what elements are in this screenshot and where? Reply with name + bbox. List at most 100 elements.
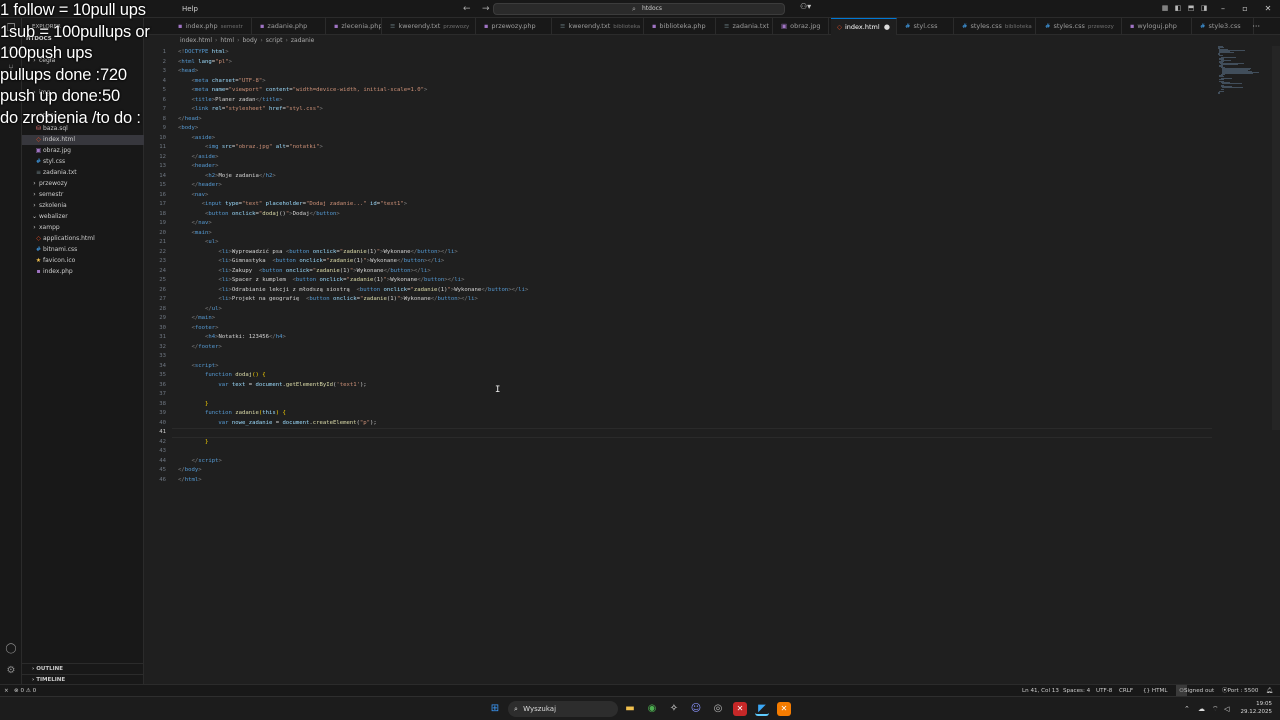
tab-obraz-jpg[interactable]: ▣ obraz.jpg bbox=[775, 18, 829, 35]
image-file-icon: ▣ bbox=[35, 147, 42, 154]
tray-chevron-icon[interactable]: ⌃ bbox=[1184, 703, 1190, 715]
layout-icon[interactable]: ▦ bbox=[1160, 3, 1170, 13]
taskbar-search[interactable]: ⌕ Wyszukaj bbox=[508, 701, 618, 717]
tab-wyloguj-php[interactable]: ▪ wyloguj.php bbox=[1124, 18, 1192, 35]
chrome-icon[interactable]: ◉ bbox=[645, 702, 659, 716]
code-token: DOCTYPE bbox=[184, 49, 209, 55]
file-tree-item[interactable]: › xampp bbox=[22, 223, 144, 233]
code-line: <head> bbox=[178, 67, 198, 77]
vscode-icon[interactable]: ◤ bbox=[755, 702, 769, 716]
code-line: <title>Planer zadan</title> bbox=[178, 96, 282, 106]
tab-kwerendy-txt[interactable]: ≡ kwerendy.txt przewozy bbox=[384, 18, 476, 35]
toggle-panel-icon[interactable]: ⬒ bbox=[1186, 3, 1196, 13]
file-tree-item[interactable]: # bitnami.css bbox=[22, 245, 144, 255]
onedrive-icon[interactable]: ☁ bbox=[1198, 703, 1205, 715]
vertical-scrollbar[interactable] bbox=[1272, 46, 1280, 430]
file-tree-item[interactable]: › przewozy bbox=[22, 179, 144, 189]
code-token: li bbox=[467, 296, 475, 302]
app-icon[interactable]: ✧ bbox=[667, 702, 681, 716]
code-line: function zadanie(this) { bbox=[178, 409, 286, 419]
code-token: "Dodaj zadanie..." bbox=[306, 201, 367, 207]
volume-icon[interactable]: ◁ bbox=[1224, 703, 1229, 715]
tab-zadanie-php[interactable]: ▪ zadanie.php bbox=[254, 18, 326, 35]
breadcrumb-item[interactable]: html bbox=[220, 37, 234, 44]
code-token: > bbox=[218, 182, 222, 188]
code-line: </aside> bbox=[178, 153, 218, 163]
code-line: <header> bbox=[178, 162, 218, 172]
file-tree-item[interactable]: ▪ index.php bbox=[22, 267, 144, 277]
code-token: body bbox=[184, 467, 199, 473]
tab-zlecenia-php[interactable]: ▪ zlecenia.php bbox=[328, 18, 382, 35]
minimap[interactable] bbox=[1218, 46, 1270, 96]
code-token: </ bbox=[178, 476, 185, 483]
css-file-icon: # bbox=[35, 246, 42, 253]
system-clock[interactable]: 19:05 29.12.2025 bbox=[1236, 700, 1273, 716]
timeline-section[interactable]: › TIMELINE bbox=[22, 674, 144, 684]
code-token: > bbox=[204, 191, 209, 198]
restore-icon[interactable]: ▫ bbox=[1235, 0, 1255, 18]
tab-style3-css[interactable]: # style3.css bbox=[1194, 18, 1254, 35]
breadcrumb-item[interactable]: script bbox=[266, 37, 283, 44]
copilot-icon[interactable]: ⚇▾ bbox=[800, 2, 811, 11]
code-token: > bbox=[215, 163, 219, 169]
file-tree-item[interactable]: ★ favicon.ico bbox=[22, 256, 144, 266]
tab-label: styl.css bbox=[913, 22, 938, 30]
outline-section[interactable]: › OUTLINE bbox=[22, 663, 144, 673]
unsaved-dot-icon[interactable]: ● bbox=[884, 19, 890, 35]
line-number: 10 bbox=[159, 134, 166, 141]
breadcrumb-item[interactable]: zadanie bbox=[291, 37, 314, 44]
tab-index-php[interactable]: ▪ index.php semestr bbox=[172, 18, 252, 35]
code-token: </ bbox=[417, 277, 424, 283]
file-tree-item[interactable]: › szkolenia bbox=[22, 201, 144, 211]
obs-icon[interactable]: ◎ bbox=[711, 702, 725, 716]
breadcrumb-item[interactable]: index.html bbox=[180, 37, 212, 44]
xampp-icon[interactable]: ✕ bbox=[777, 702, 791, 716]
file-tree-item[interactable]: ◇ applications.html bbox=[22, 234, 144, 244]
file-tree-item[interactable]: › semestr bbox=[22, 190, 144, 200]
tab-styles-css[interactable]: # styles.css przewozy bbox=[1039, 18, 1122, 35]
code-editor[interactable]: 1 2 3 4 5 6 7 8 9 10 11 12 13 14 15 16 17 18 19 20 21 22 23 24 2… bbox=[144, 46, 1272, 684]
tab-zadania-txt[interactable]: ≡ zadania.txt bbox=[718, 18, 773, 35]
menu-help[interactable]: Help bbox=[182, 0, 198, 18]
command-center-search[interactable]: ⌕ htdocs bbox=[493, 3, 785, 15]
windows-start-icon[interactable]: ⊞ bbox=[488, 702, 502, 716]
more-actions-icon[interactable]: ··· bbox=[1252, 18, 1260, 35]
toggle-secondary-sidebar-icon[interactable]: ◨ bbox=[1199, 3, 1209, 13]
file-tree-item[interactable]: # styl.css bbox=[22, 157, 144, 167]
filezilla-icon[interactable]: ✕ bbox=[733, 702, 747, 716]
code-token: button bbox=[316, 210, 337, 217]
line-number: 19 bbox=[159, 220, 166, 226]
code-line: <!DOCTYPE html> bbox=[178, 48, 229, 58]
css-file-icon: # bbox=[1045, 22, 1051, 30]
code-line: <aside> bbox=[178, 134, 215, 144]
line-number: 13 bbox=[159, 163, 166, 169]
code-line: </ul> bbox=[178, 305, 222, 315]
breadcrumb-item[interactable]: body bbox=[242, 37, 257, 44]
settings-gear-icon[interactable]: ⚙ bbox=[4, 664, 18, 678]
tab-styles-css[interactable]: # styles.css biblioteka bbox=[956, 18, 1036, 35]
discord-icon[interactable]: ☺ bbox=[689, 702, 703, 716]
code-line: <li>Wyprowadzić psa <button onclick="zad… bbox=[178, 248, 457, 258]
code-token: nav bbox=[194, 191, 205, 198]
wifi-icon[interactable]: ⌔ bbox=[1212, 703, 1219, 715]
close-icon[interactable]: ✕ bbox=[1258, 0, 1278, 18]
toggle-sidebar-icon[interactable]: ◧ bbox=[1173, 3, 1183, 13]
tab-biblioteka-php[interactable]: ▪ biblioteka.php bbox=[646, 18, 716, 35]
tab-index-html[interactable]: ◇ index.html ● bbox=[831, 18, 897, 35]
file-tree-item[interactable]: ≡ zadania.txt bbox=[22, 168, 144, 178]
back-arrow-icon[interactable]: ← bbox=[463, 2, 477, 16]
chevron-right-icon: › bbox=[33, 224, 36, 231]
tab-przewozy-php[interactable]: ▪ przewozy.php bbox=[478, 18, 552, 35]
account-icon[interactable]: ◯ bbox=[4, 642, 18, 656]
tab-styl-css[interactable]: # styl.css bbox=[899, 18, 954, 35]
file-tree-item[interactable]: ◇ index.html bbox=[22, 135, 144, 145]
file-tree-item[interactable]: ⌄ webalizer bbox=[22, 212, 144, 222]
minimap-line bbox=[1222, 86, 1243, 88]
line-number: 33 bbox=[159, 353, 166, 359]
file-explorer-icon[interactable]: ▬ bbox=[623, 702, 637, 716]
file-tree-item[interactable]: ▣ obraz.jpg bbox=[22, 146, 144, 156]
minimize-icon[interactable]: – bbox=[1213, 0, 1233, 18]
tab-kwerendy-txt[interactable]: ≡ kwerendy.txt biblioteka bbox=[554, 18, 644, 35]
